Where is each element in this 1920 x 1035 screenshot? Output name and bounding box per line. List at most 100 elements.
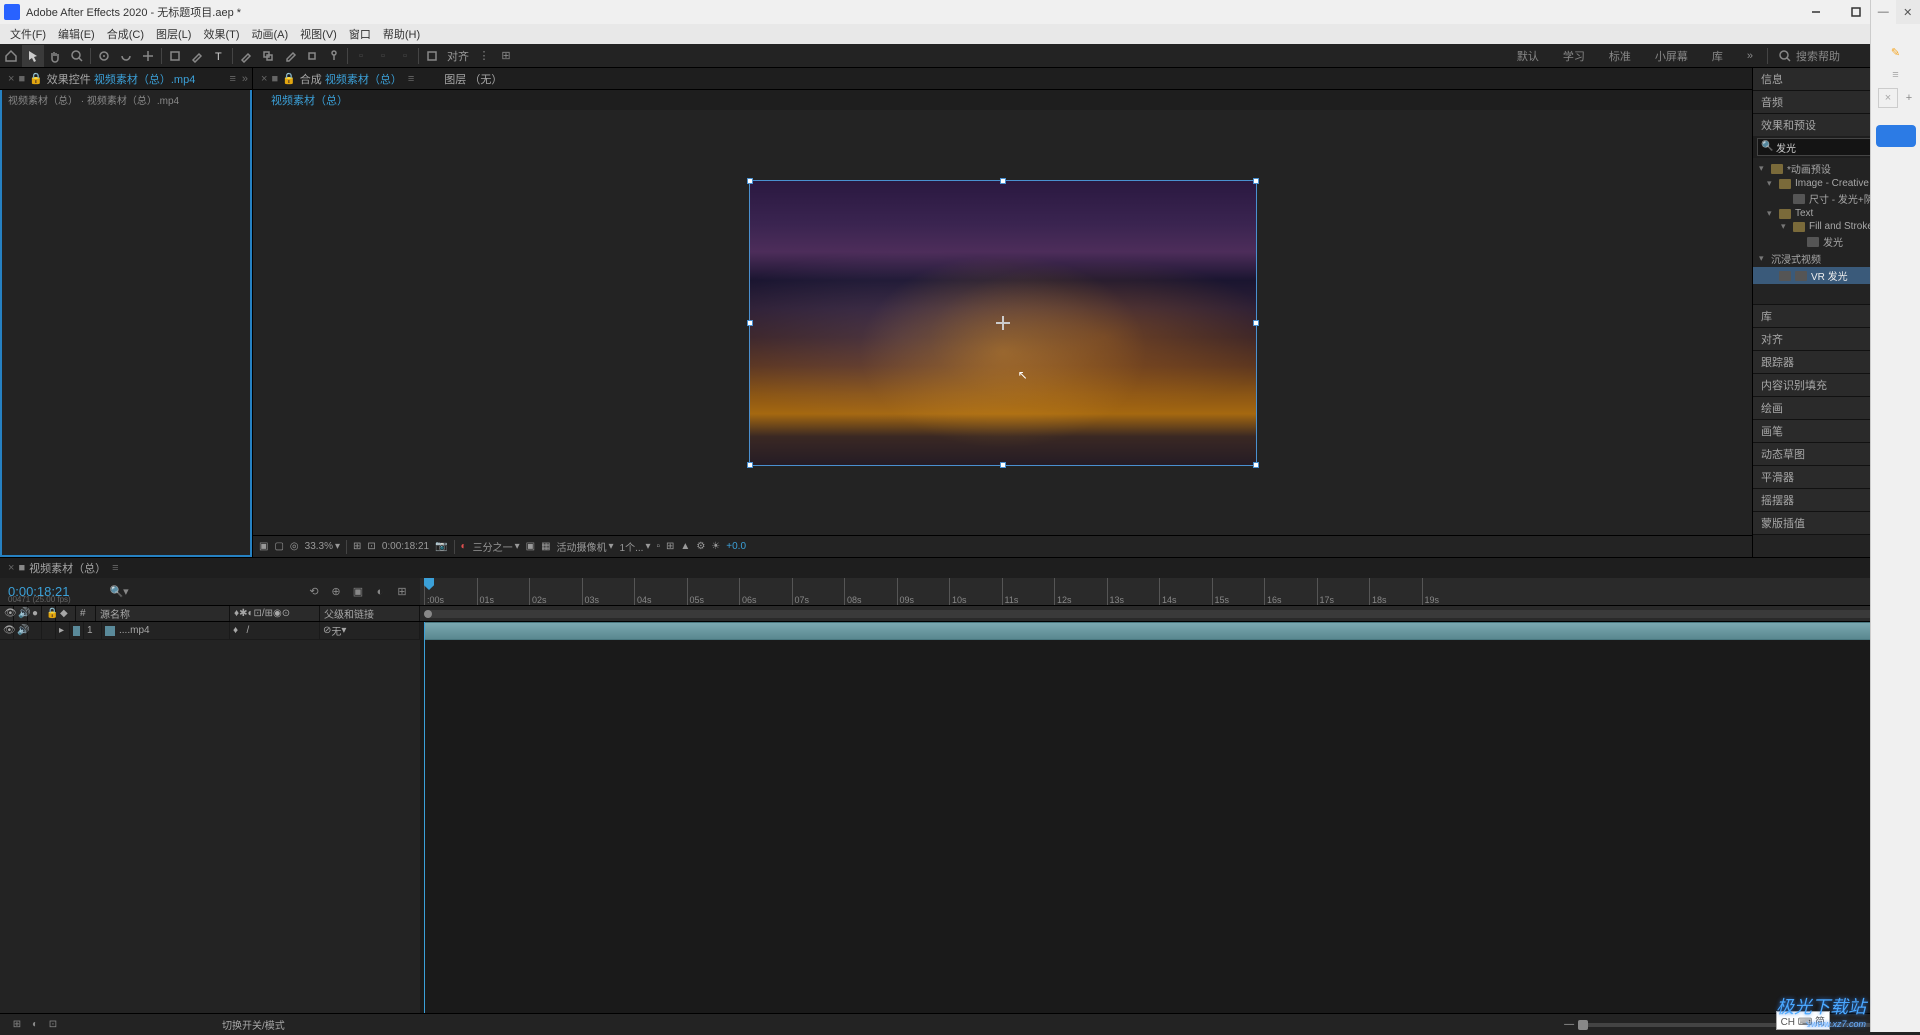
resize-handle[interactable] (1000, 462, 1006, 468)
composition-tab[interactable]: 合成 视频素材（总） (300, 71, 402, 87)
effect-controls-tab[interactable]: × ■ 🔒 效果控件 视频素材（总）.mp4 ≡ » (0, 68, 252, 90)
brush-tool[interactable] (235, 45, 257, 67)
col-audio-icon[interactable]: 🔊 (14, 606, 28, 621)
exposure-value[interactable]: +0.0 (726, 541, 746, 552)
workspace-more[interactable]: » (1735, 44, 1765, 68)
mask-toggle[interactable]: ◎ (290, 541, 299, 552)
close-icon[interactable]: × (261, 73, 267, 85)
layer-row[interactable]: 👁 🔊 ▸ 1 ....mp4 ♦ / ⊘ 无 ▾ (0, 622, 420, 640)
eraser-tool[interactable] (279, 45, 301, 67)
rectangle-tool[interactable] (164, 45, 186, 67)
resize-handle[interactable] (747, 462, 753, 468)
panel-menu-icon[interactable]: ≡ (112, 562, 118, 574)
view-option-3[interactable]: ▲ (680, 541, 690, 552)
zoom-tool[interactable] (66, 45, 88, 67)
workspace-library[interactable]: 库 (1700, 44, 1735, 68)
solo-toggle[interactable] (28, 622, 42, 639)
composition-viewer[interactable]: ↖ (253, 110, 1752, 535)
minimize-button[interactable] (1796, 0, 1836, 24)
snap-options[interactable]: ⋮ (473, 45, 495, 67)
views-dropdown[interactable]: 1个... ▾ (620, 539, 651, 554)
puppet-tool[interactable] (323, 45, 345, 67)
comp-sub-tab[interactable]: 视频素材（总） (261, 90, 358, 111)
col-solo-icon[interactable]: ● (28, 606, 42, 621)
ext-tab-close[interactable]: × (1878, 88, 1898, 108)
zoom-dropdown[interactable]: 33.3% ▾ (305, 541, 340, 552)
time-ruler[interactable]: :00s01s02s03s04s05s06s07s08s09s10s11s12s… (420, 578, 1920, 605)
grid-icon[interactable]: ⊡ (367, 541, 375, 552)
resize-handle[interactable] (1253, 462, 1259, 468)
layer-switches[interactable]: ♦ / (230, 622, 320, 639)
toggle-switches-label[interactable]: 切换开关/模式 (222, 1017, 285, 1032)
orbit-tool[interactable] (93, 45, 115, 67)
workspace-learn[interactable]: 学习 (1551, 44, 1597, 68)
parent-dropdown[interactable]: ⊘ 无 ▾ (320, 622, 420, 639)
menu-composition[interactable]: 合成(C) (101, 24, 150, 44)
lock-toggle[interactable] (42, 622, 56, 639)
resize-handle[interactable] (747, 320, 753, 326)
tl-btn-1[interactable]: ⟲ (304, 582, 324, 602)
col-label-icon[interactable]: ◆ (56, 606, 76, 621)
clone-tool[interactable] (257, 45, 279, 67)
resize-handle[interactable] (1253, 178, 1259, 184)
menu-effect[interactable]: 效果(T) (197, 24, 245, 44)
current-time[interactable]: 0:00:18:21 (382, 541, 429, 552)
color-mgmt-icon[interactable]: ◐ (461, 541, 467, 552)
ext-minimize[interactable]: — (1871, 0, 1896, 24)
panel-expand-icon[interactable]: » (242, 73, 248, 85)
lock-icon[interactable]: 🔒 (29, 72, 43, 85)
menu-layer[interactable]: 图层(L) (150, 24, 197, 44)
roto-tool[interactable] (301, 45, 323, 67)
snap-checkbox[interactable] (421, 45, 443, 67)
layer-name[interactable]: ....mp4 (102, 622, 230, 639)
view-option-2[interactable]: ⊞ (666, 541, 674, 552)
ext-blue-button[interactable] (1876, 125, 1916, 147)
resolution-dropdown[interactable]: 三分之一 ▾ (473, 539, 520, 554)
layer-duration-bar[interactable] (424, 622, 1888, 640)
magnet-tool[interactable]: ⊞ (495, 45, 517, 67)
visibility-toggle[interactable]: 👁 (0, 622, 14, 639)
camera-dropdown[interactable]: 活动摄像机 ▾ (557, 539, 614, 554)
timeline-search-icon[interactable]: 🔍▾ (109, 585, 128, 598)
menu-view[interactable]: 视图(V) (294, 24, 343, 44)
selection-tool[interactable] (22, 45, 44, 67)
zoom-out-icon[interactable]: — (1564, 1019, 1574, 1030)
pen-tool[interactable] (186, 45, 208, 67)
audio-toggle[interactable]: 🔊 (14, 622, 28, 639)
close-icon[interactable]: × (8, 562, 14, 574)
menu-edit[interactable]: 编辑(E) (52, 24, 101, 44)
menu-help[interactable]: 帮助(H) (377, 24, 426, 44)
tl-btn-2[interactable]: ⊕ (326, 582, 346, 602)
panel-menu-icon[interactable]: ≡ (408, 73, 414, 85)
tl-btn-4[interactable]: ◐ (370, 582, 390, 602)
workspace-default[interactable]: 默认 (1505, 44, 1551, 68)
panel-menu-icon[interactable]: ≡ (229, 73, 235, 85)
channel-toggle[interactable]: ▢ (274, 541, 283, 552)
twirl-icon[interactable]: ▸ (56, 622, 70, 639)
alpha-toggle[interactable]: ▣ (259, 541, 268, 552)
footer-btn-2[interactable]: ◐ (26, 1016, 44, 1034)
layer-tab[interactable]: 图层 （无） (444, 71, 502, 87)
menu-animation[interactable]: 动画(A) (246, 24, 295, 44)
navigator-start[interactable] (424, 610, 432, 618)
snapshot-button[interactable]: 📷 (435, 541, 447, 552)
ext-menu-icon[interactable]: ≡ (1892, 69, 1898, 81)
view-option-4[interactable]: ⚙ (696, 541, 705, 552)
timeline-track-area[interactable]: ⊕ (420, 622, 1920, 1013)
tl-btn-3[interactable]: ▣ (348, 582, 368, 602)
menu-file[interactable]: 文件(F) (4, 24, 52, 44)
footer-btn-1[interactable]: ⊞ (8, 1016, 26, 1034)
lock-icon[interactable]: 🔒 (282, 72, 296, 85)
playhead-line[interactable] (424, 622, 425, 1013)
rotation-tool[interactable] (115, 45, 137, 67)
workspace-small[interactable]: 小屏幕 (1643, 44, 1700, 68)
text-tool[interactable]: T (208, 45, 230, 67)
anchor-tool[interactable] (137, 45, 159, 67)
close-icon[interactable]: × (8, 73, 14, 85)
transparency-icon[interactable]: ▦ (541, 541, 550, 552)
hand-tool[interactable] (44, 45, 66, 67)
resolution-icon[interactable]: ⊞ (353, 541, 361, 552)
anchor-point-icon[interactable] (996, 316, 1010, 330)
home-tool[interactable] (0, 45, 22, 67)
timeline-tab[interactable]: 视频素材（总） (29, 560, 106, 576)
